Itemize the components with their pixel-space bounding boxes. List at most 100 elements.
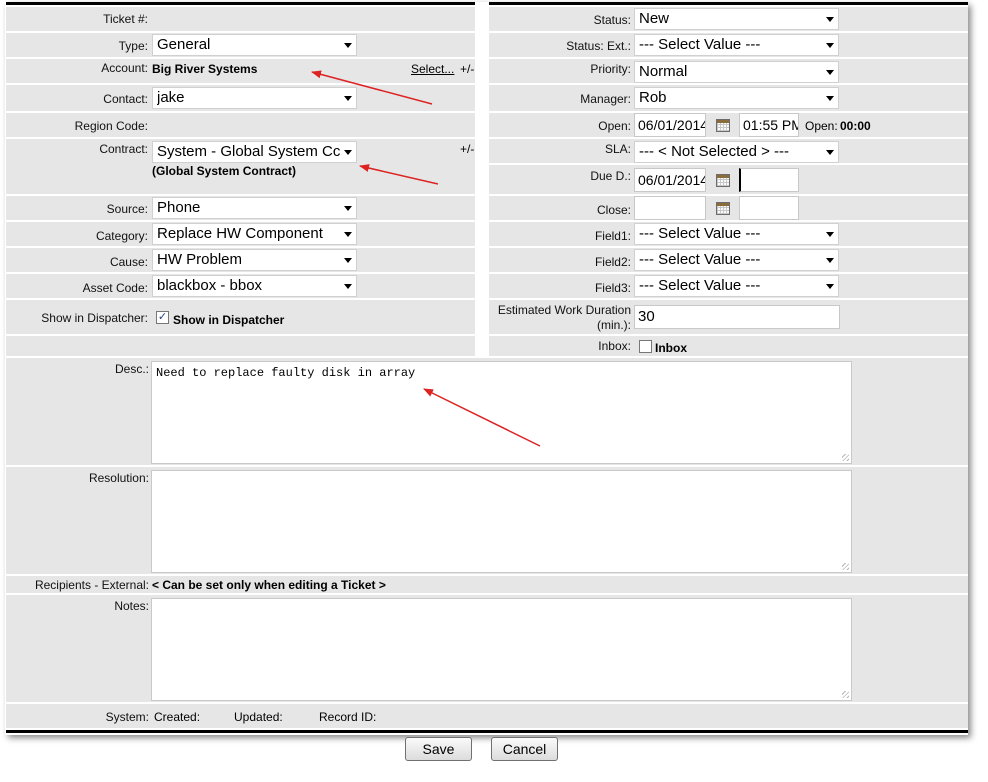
field2-label: Field2: [594, 255, 631, 269]
contact-select[interactable]: jake [152, 87, 357, 109]
row-priority: Priority: Normal [489, 59, 968, 83]
chevron-down-icon [826, 232, 834, 237]
cause-select[interactable]: HW Problem [152, 249, 357, 271]
due-date-input[interactable]: 06/01/2014 [634, 168, 706, 192]
account-select-link[interactable]: Select... [411, 62, 454, 76]
contract-select[interactable]: System - Global System Cc [152, 141, 357, 163]
field2-select[interactable]: --- Select Value --- [634, 249, 839, 271]
status-ext-select[interactable]: --- Select Value --- [634, 34, 839, 56]
source-select[interactable]: Phone [152, 197, 357, 219]
type-select[interactable]: General [152, 34, 357, 56]
calendar-icon[interactable] [716, 174, 730, 187]
row-duration: Estimated Work Duration (min.): 30 [489, 300, 968, 334]
row-asset: Asset Code: blackbox - bbox [6, 274, 475, 298]
desc-textarea[interactable]: Need to replace faulty disk in array [151, 361, 852, 464]
dispatcher-checkbox[interactable]: ✓ [156, 311, 169, 324]
right-top-border [489, 2, 968, 5]
account-value: Big River Systems [152, 62, 258, 76]
inbox-label: Inbox: [598, 339, 631, 353]
priority-select[interactable]: Normal [634, 61, 839, 83]
chevron-down-icon [826, 258, 834, 263]
resize-handle-icon[interactable] [842, 691, 849, 698]
contract-toggle[interactable]: +/- [460, 142, 474, 156]
notes-label: Notes: [114, 599, 149, 613]
row-field2: Field2: --- Select Value --- [489, 248, 968, 272]
row-dispatcher: Show in Dispatcher: ✓ Show in Dispatcher [6, 300, 475, 334]
open-duration-value: 00:00 [840, 119, 871, 133]
duration-input[interactable]: 30 [634, 305, 840, 329]
row-field1: Field1: --- Select Value --- [489, 222, 968, 246]
chevron-down-icon [826, 70, 834, 75]
category-label: Category: [95, 229, 148, 243]
sla-label: SLA: [604, 142, 631, 156]
account-toggle[interactable]: +/- [460, 62, 474, 76]
status-ext-select-value: --- Select Value --- [639, 36, 761, 53]
calendar-icon[interactable] [716, 202, 730, 215]
chevron-down-icon [826, 96, 834, 101]
sla-select-value: --- < Not Selected > --- [639, 143, 790, 160]
chevron-down-icon [344, 43, 352, 48]
field1-select[interactable]: --- Select Value --- [634, 223, 839, 245]
desc-label: Desc.: [114, 362, 149, 376]
row-account: Account: Big River Systems Select... +/- [6, 59, 475, 83]
field3-select[interactable]: --- Select Value --- [634, 275, 839, 297]
resize-handle-icon[interactable] [842, 563, 849, 570]
contract-note: (Global System Contract) [152, 164, 297, 178]
status-label: Status: [593, 13, 631, 27]
chevron-down-icon [344, 232, 352, 237]
category-select-value: Replace HW Component [157, 225, 323, 242]
asset-select[interactable]: blackbox - bbox [152, 275, 357, 297]
field2-select-value: --- Select Value --- [639, 251, 761, 268]
created-label: Created: [154, 710, 201, 724]
row-status: Status: New [489, 7, 968, 31]
manager-select[interactable]: Rob [634, 87, 839, 109]
dispatcher-checkbox-label[interactable]: Show in Dispatcher [173, 313, 284, 327]
close-label: Close: [596, 203, 631, 217]
inbox-checkbox-label[interactable]: Inbox [655, 341, 687, 355]
calendar-icon[interactable] [716, 119, 730, 132]
source-label: Source: [106, 202, 148, 216]
resize-handle-icon[interactable] [842, 454, 849, 461]
row-status-ext: Status: Ext.: --- Select Value --- [489, 33, 968, 57]
row-left-spacer [6, 336, 475, 356]
cancel-button[interactable]: Cancel [491, 737, 558, 761]
notes-textarea[interactable] [151, 598, 852, 701]
chevron-down-icon [344, 96, 352, 101]
row-cause: Cause: HW Problem [6, 248, 475, 272]
row-open: Open: 06/01/2014 01:55 PM Open: 00:00 [489, 113, 968, 137]
chevron-down-icon [826, 284, 834, 289]
category-select[interactable]: Replace HW Component [152, 223, 357, 245]
cause-select-value: HW Problem [157, 251, 243, 268]
row-inbox: Inbox: Inbox [489, 336, 968, 356]
close-time-input[interactable] [739, 196, 799, 220]
ticket-label: Ticket #: [103, 12, 148, 26]
sla-select[interactable]: --- < Not Selected > --- [634, 141, 839, 163]
row-contact: Contact: jake [6, 85, 475, 111]
open-duration-label: Open: [805, 119, 838, 133]
chevron-down-icon [826, 150, 834, 155]
manager-label: Manager: [580, 92, 631, 106]
field3-label: Field3: [594, 281, 631, 295]
bottom-border [6, 730, 968, 733]
manager-select-value: Rob [639, 89, 667, 106]
status-select[interactable]: New [634, 8, 839, 30]
close-date-input[interactable] [634, 196, 706, 220]
priority-select-value: Normal [639, 63, 688, 80]
inbox-checkbox[interactable] [639, 340, 652, 353]
save-button[interactable]: Save [405, 737, 472, 761]
contact-select-value: jake [157, 89, 185, 106]
resolution-textarea[interactable] [151, 470, 852, 573]
contract-label: Contract: [99, 142, 148, 156]
open-time-input[interactable]: 01:55 PM [739, 113, 799, 137]
row-close: Close: [489, 196, 968, 220]
chevron-down-icon [344, 258, 352, 263]
field1-label: Field1: [594, 229, 631, 243]
due-time-input[interactable] [739, 168, 799, 192]
chevron-down-icon [826, 43, 834, 48]
open-date-input[interactable]: 06/01/2014 [634, 113, 706, 137]
recipients-label: Recipients - External: [34, 578, 149, 592]
row-resolution: Resolution: [6, 467, 968, 574]
account-label: Account: [101, 61, 148, 75]
open-label: Open: [598, 119, 631, 133]
asset-select-value: blackbox - bbox [157, 277, 263, 294]
